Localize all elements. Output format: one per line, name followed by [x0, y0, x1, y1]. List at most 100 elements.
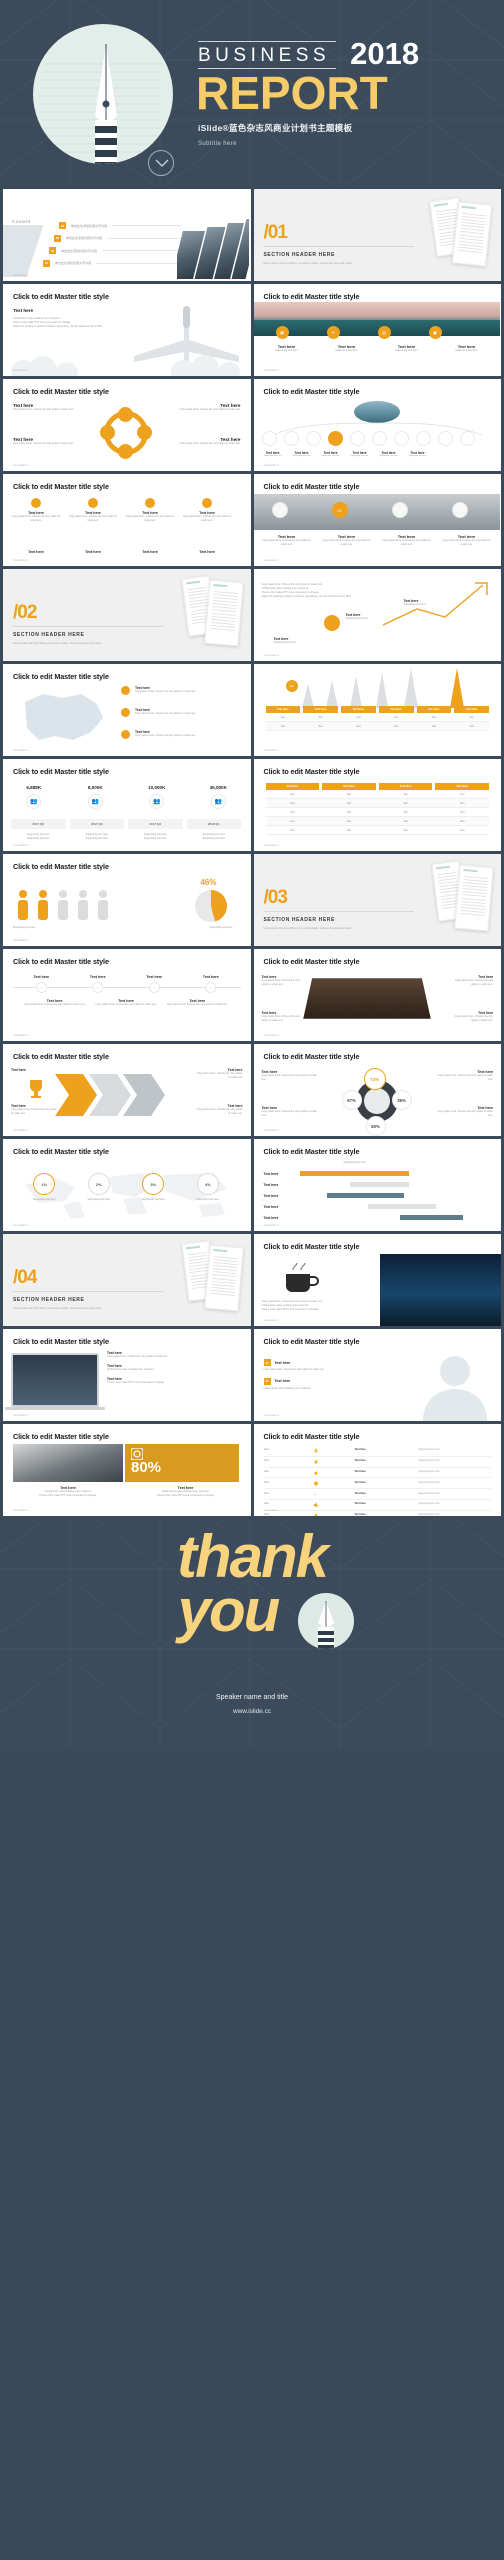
table-row[interactable]: Text Text Text Text — [265, 790, 489, 799]
list-item[interactable]: Year ☝ Text here Supporting text here — [263, 1468, 491, 1479]
slide-four-panel[interactable]: Click to edit Master title style Text he… — [3, 474, 251, 566]
slide-footer-left: www.islide.cc — [263, 369, 279, 372]
step-icon — [459, 431, 475, 446]
body-copy: Supporting text here — [143, 836, 167, 840]
table-cell: Text — [393, 724, 399, 728]
icon-list[interactable]: Year ✋ Text here Supporting text here Year ✌… — [263, 1446, 492, 1516]
slide-map[interactable]: Click to edit Master title style Text he… — [3, 664, 251, 756]
slide-footer-left: www.islide.cc — [13, 1034, 29, 1037]
body-copy: Supporting text here — [87, 1198, 110, 1201]
contents-item-label: 单击此处添加标题文字内容 — [71, 223, 108, 228]
table-row[interactable]: Text Text Text Text — [265, 799, 489, 808]
body-copy: Copy paste fonts. Choose the only option… — [68, 515, 118, 522]
scroll-down-button[interactable] — [148, 150, 174, 176]
body-copy: Supporting text here — [26, 836, 50, 840]
data-table[interactable]: Text Here Text Here Text Here Text Here … — [265, 783, 489, 835]
body-copy: Copy paste fonts. Choose the only option… — [454, 979, 493, 986]
slide-title: Click to edit Master title style — [13, 1432, 109, 1441]
slide-circular-diagram[interactable]: Click to edit Master title style Text he… — [3, 379, 251, 471]
list-item[interactable]: 02 单击此处添加标题文字内容 — [54, 234, 181, 242]
slide-mountain-icons[interactable]: Click to edit Master title style 02 Text… — [253, 474, 501, 566]
section-description: Enter section title here When you want t… — [13, 642, 103, 645]
body-copy: Copy paste fonts. Choose the only option… — [322, 539, 371, 546]
body-copy: Copy paste fonts. Choose the only option… — [166, 1003, 228, 1006]
table-row[interactable]: Text Text Text Text — [265, 808, 489, 817]
list-item[interactable]: 03 单击此处添加标题文字内容 — [49, 247, 181, 254]
list-item[interactable]: Year ☟ Text here Supporting text here — [263, 1489, 491, 1500]
cloud-decoration — [11, 355, 240, 376]
slide-donut-46[interactable]: Click to edit Master title style 46% Sup… — [3, 854, 251, 946]
step-icon-active — [327, 431, 343, 446]
list-item[interactable]: Year ✌ Text here Supporting text here — [263, 1457, 491, 1468]
table-row[interactable]: Text Text Text Text — [265, 826, 489, 835]
table-cell: Text — [290, 792, 295, 796]
list-col-desc: Supporting text here — [418, 1502, 440, 1506]
slide-agenda-silhouette[interactable]: Click to edit Master title style 01 Text … — [253, 1329, 501, 1421]
slide-icon-list[interactable]: Click to edit Master title style Year ✋ Te… — [253, 1424, 501, 1516]
slide-timeline-arrows[interactable]: Click to edit Master title style Text he… — [3, 949, 251, 1041]
slide-table-skyline[interactable]: 1% Text Here Text Here Text Here Text He… — [253, 664, 501, 756]
list-item[interactable]: 01 单击此处添加标题文字内容 — [59, 222, 181, 229]
slide-radial-percent[interactable]: Click to edit Master title style 74% 67%… — [253, 1044, 501, 1136]
slide-table-4col[interactable]: Click to edit Master title style Text He… — [253, 759, 501, 851]
paper-doc — [451, 201, 493, 267]
slide-photo-80[interactable]: Click to edit Master title style 80% Tex… — [3, 1424, 251, 1516]
slide-section-02[interactable]: /02 SECTION HEADER HERE Enter section ti… — [3, 569, 251, 661]
list-item[interactable]: 04 单击此处添加标题文字内容 — [43, 259, 181, 267]
table-row[interactable]: Text Text Text Text — [265, 817, 489, 826]
section-description: Enter section title here When you want t… — [263, 262, 353, 265]
body-copy: Supporting text here — [32, 1198, 56, 1201]
fountain-pen-icon — [318, 1601, 334, 1649]
china-map-icon — [25, 694, 103, 740]
list-col-year: Year — [263, 1491, 269, 1495]
slide-contents[interactable]: Content 01 单击此处添加标题文字内容 02 单击此处添加标题文字内容 … — [3, 189, 251, 281]
slide-stats[interactable]: Click to edit Master title style 6,888K … — [3, 759, 251, 851]
table-cell: Text — [403, 792, 408, 796]
text-heading: Text here — [274, 1379, 291, 1384]
slide-gantt[interactable]: Click to edit Master title style Support… — [253, 1139, 501, 1231]
donut-label-left: Supporting text here — [13, 926, 36, 929]
table-cell: Text — [318, 724, 323, 728]
section-header: SECTION HEADER HERE — [263, 917, 335, 923]
slide-timeline-photo[interactable]: Click to edit Master title style Text he… — [253, 379, 501, 471]
list-item[interactable]: Year ✋ Text here Supporting text here — [264, 1511, 492, 1516]
slide-title: Click to edit Master title style — [263, 292, 360, 301]
list-item[interactable]: Year ✍ Text here Supporting text here — [263, 1500, 491, 1511]
stat-value: 6,888K — [26, 785, 42, 790]
table-cell: Text — [280, 724, 286, 728]
briefcase-icon: ▦ — [275, 326, 289, 339]
stat-period: 2018 Q1 — [186, 819, 241, 829]
body-copy: Copy paste fonts. Choose the only option… — [454, 1015, 493, 1022]
slide-trophy-arrows[interactable]: Click to edit Master title style Text he… — [3, 1044, 251, 1136]
data-table[interactable]: Text Here Text Here Text Here Text Here … — [265, 706, 489, 731]
fountain-pen-icon — [95, 44, 117, 164]
contents-item-label: 单击此处添加标题文字内容 — [55, 261, 92, 265]
slide-airplane[interactable]: Click to edit Master title style Text he… — [3, 284, 251, 376]
list-item[interactable]: Year ✋ Text here Supporting text here — [263, 1446, 491, 1457]
slide-night-photo[interactable]: Click to edit Master title style Copy pa… — [253, 1234, 501, 1326]
body-copy: Supporting text here — [403, 603, 427, 606]
slide-world-map[interactable]: Click to edit Master title style 1% Suppo… — [3, 1139, 251, 1231]
slide-section-01[interactable]: /01 SECTION HEADER HERE Enter section ti… — [253, 189, 501, 281]
body-copy: Copy paste fonts. Choose the only option… — [263, 1368, 325, 1371]
slide-growth-arrow[interactable]: Copy paste fonts. Choose the only option… — [253, 569, 501, 661]
table-header-cell: Text Here — [416, 706, 452, 713]
text-heading: Text here — [199, 550, 215, 554]
table-row[interactable]: Text Text Text Text Text Text — [265, 713, 489, 722]
mountain-photo — [13, 1444, 123, 1482]
slide-section-04[interactable]: /04 SECTION HEADER HERE Enter section ti… — [3, 1234, 251, 1326]
slide-city-photo[interactable]: Click to edit Master title style Text he… — [253, 949, 501, 1041]
list-item[interactable]: Year ✊ Text here Supporting text here — [263, 1478, 491, 1490]
stat-period: 2017 Q4 — [128, 819, 183, 829]
slide-landscape-icons[interactable]: Click to edit Master title style ▦ ✛ ▤ ▣… — [253, 284, 501, 376]
body-copy: Supporting text here — [379, 455, 398, 457]
slide-section-03[interactable]: /03 SECTION HEADER HERE Enter section ti… — [253, 854, 501, 946]
table-row[interactable]: Text Text Text Text Text Text — [265, 722, 489, 731]
text-heading: Text here — [263, 1193, 279, 1198]
slide-laptop[interactable]: Click to edit Master title style Text he… — [3, 1329, 251, 1421]
hand-icon: ☝ — [313, 1469, 319, 1475]
list-col-desc: Supporting text here — [418, 1448, 440, 1452]
body-copy: Copy paste fonts. Choose the only option… — [442, 539, 491, 546]
slide-title: Click to edit Master title style — [13, 862, 109, 871]
table-cell: Text — [403, 819, 408, 823]
